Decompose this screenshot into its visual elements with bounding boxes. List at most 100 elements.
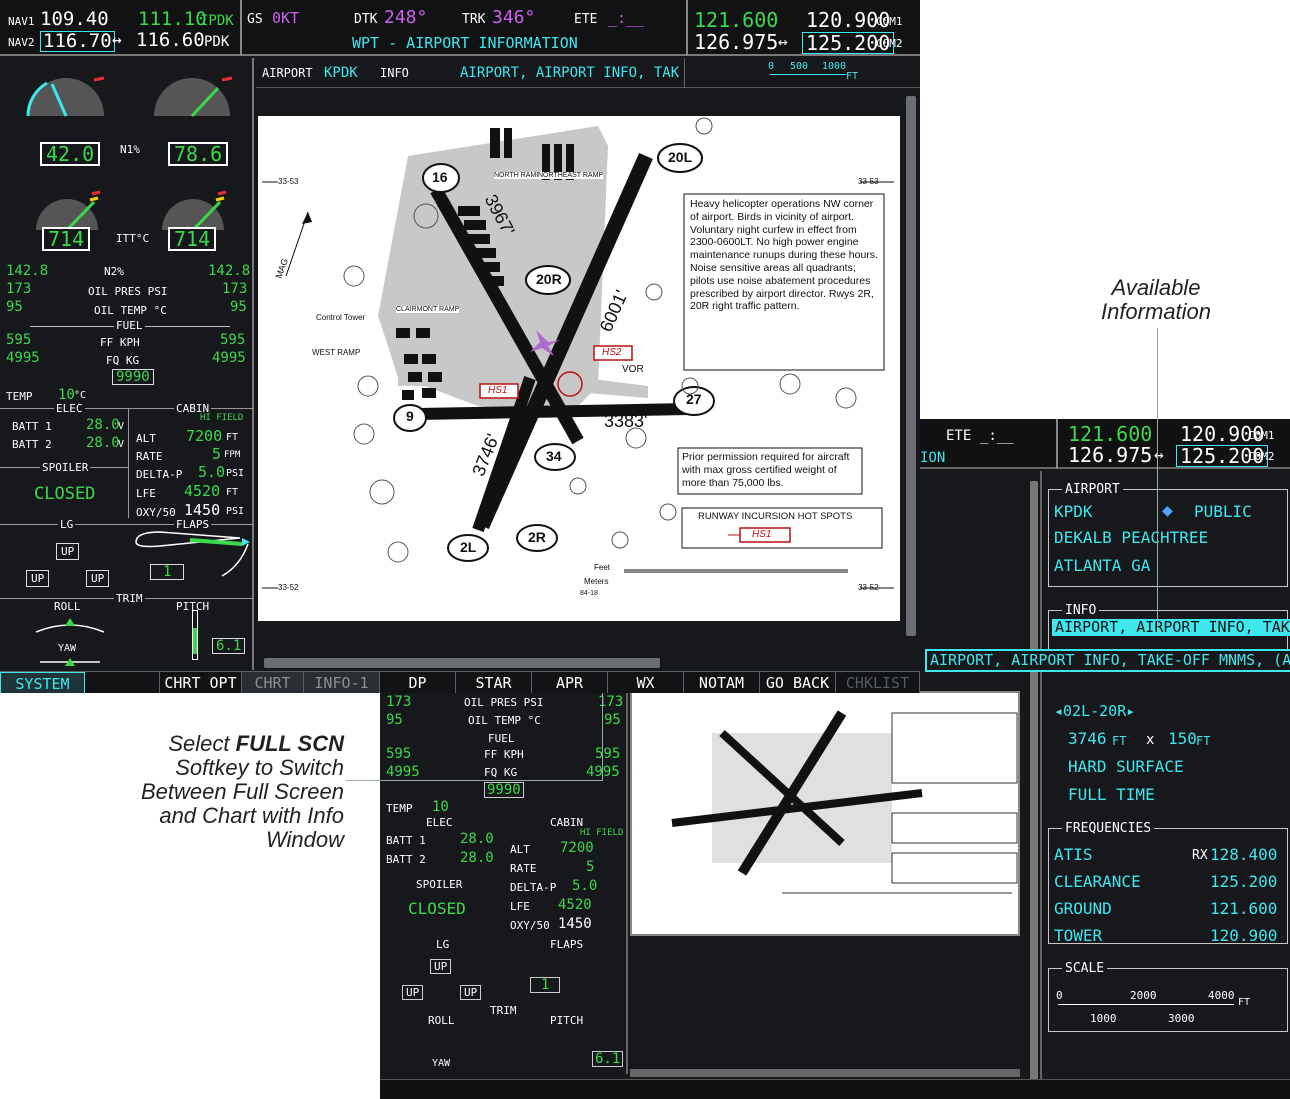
- oilp-right: 173: [222, 281, 248, 297]
- rate-unit: FPM: [224, 450, 241, 460]
- batt2-unit: V: [118, 439, 125, 450]
- trim-label: TRIM: [114, 592, 145, 605]
- chart-scale-500: 500: [790, 61, 809, 72]
- softkey-10[interactable]: NOTAM: [684, 672, 760, 693]
- back-batt1-label: BATT 1: [386, 834, 426, 847]
- rate-value: 5: [212, 445, 222, 463]
- softkey-6[interactable]: DP: [380, 672, 456, 693]
- back-temp-value: 10: [432, 799, 449, 815]
- label-34: 34: [546, 448, 562, 464]
- gear-right-indicator: UP: [86, 570, 110, 587]
- chart-vscroll[interactable]: [906, 96, 916, 636]
- freq-rx: RX: [1192, 848, 1208, 863]
- eis-strip: 42.0 N1% 78.6 714 ITT°C 714 142.8 N2% 14…: [0, 58, 254, 670]
- runway-selector[interactable]: ◂02L-20R▸: [1054, 704, 1135, 719]
- back-chart-thumbnail: [630, 691, 1020, 936]
- runway-width: 150: [1168, 729, 1197, 748]
- nav1-active[interactable]: 109.40: [40, 10, 109, 29]
- com2-label: COM2: [876, 37, 903, 50]
- freq-name: CLEARANCE: [1054, 872, 1141, 891]
- callout-fullscn-post: Softkey to Switch Between Full Screen an…: [141, 755, 344, 852]
- fq-left: 4995: [6, 350, 40, 366]
- chart-scale-1000: 1000: [822, 61, 847, 72]
- softkey-4[interactable]: CHRT: [242, 672, 304, 693]
- com1-active[interactable]: 121.600: [694, 10, 778, 30]
- info-dropdown-option[interactable]: AIRPORT, AIRPORT INFO, TAKE-OFF MNMS, (A…: [925, 649, 1290, 672]
- chart-airport-label: AIRPORT: [262, 66, 313, 80]
- oxy-unit: PSI: [226, 506, 245, 517]
- flaps-value: 1: [150, 564, 185, 580]
- temp-label: TEMP: [6, 390, 33, 403]
- label-2R: 2R: [528, 529, 546, 545]
- info-panel: AIRPORT KPDK ◆ PUBLIC DEKALB PEACHTREE A…: [1030, 471, 1290, 1099]
- nav1-standby[interactable]: 111.10: [138, 10, 207, 29]
- fuel-total: 9990: [112, 369, 154, 385]
- n1-left-value: 42.0: [40, 142, 101, 166]
- back-yaw-label: YAW: [432, 1058, 451, 1069]
- airport-section-label: AIRPORT: [1062, 482, 1123, 497]
- softkey-3[interactable]: CHRT OPT: [160, 672, 242, 693]
- info-select-field[interactable]: AIRPORT, AIRPORT INFO, TAK: [1052, 619, 1290, 636]
- batt2-value: 28.0: [86, 435, 120, 451]
- nav2-active[interactable]: 116.70: [40, 31, 115, 52]
- label-hs1: HS1: [488, 385, 508, 396]
- info-airport-id: KPDK: [1054, 502, 1093, 521]
- back-hscroll[interactable]: [630, 1069, 1020, 1077]
- runway-width-unit: FT: [1196, 734, 1211, 748]
- airport-diagram-chart[interactable]: 20L 16 20R 27 9 34 2L 2R 3967' 6001' 338…: [258, 116, 900, 621]
- freq-name: ATIS: [1054, 845, 1093, 864]
- back-com1-active[interactable]: 121.600: [1068, 424, 1152, 444]
- softkey-12[interactable]: CHKLIST: [836, 672, 920, 693]
- pitch-trim-green: [193, 628, 197, 654]
- chart-airport-id[interactable]: KPDK: [324, 66, 358, 80]
- label-hs1-legend: HS1: [752, 529, 772, 540]
- com1-label: COM1: [876, 15, 903, 28]
- itt-left-gauge: [35, 190, 101, 232]
- back-roll-label: ROLL: [428, 1014, 455, 1027]
- callout-fullscn-pre: Select: [168, 731, 236, 756]
- back-hi-field: HI FIELD: [580, 828, 624, 838]
- softkey-9[interactable]: WX: [608, 672, 684, 693]
- ff-left: 595: [6, 332, 32, 348]
- chart-hscroll[interactable]: [264, 658, 660, 668]
- back-gear-nose: UP: [430, 959, 452, 974]
- back-com2-active[interactable]: 126.975: [1068, 445, 1152, 465]
- runway-x: x: [1146, 732, 1155, 748]
- deltap-value: 5.0: [198, 463, 226, 481]
- n2-left: 142.8: [6, 263, 49, 279]
- hi-field: HI FIELD: [200, 413, 244, 423]
- deltap-label: DELTA-P: [136, 468, 183, 481]
- softkey-11[interactable]: GO BACK: [760, 672, 836, 693]
- chart-info-value[interactable]: AIRPORT, AIRPORT INFO, TAK: [460, 66, 679, 80]
- info-panel-scrollbar[interactable]: [1030, 481, 1038, 1081]
- label-16: 16: [432, 169, 448, 185]
- runway-hours: FULL TIME: [1068, 785, 1155, 804]
- oilt-right: 95: [230, 299, 247, 315]
- back-batt2-label: BATT 2: [386, 853, 426, 866]
- n2-right: 142.8: [208, 263, 251, 279]
- info-airport-city: ATLANTA GA: [1054, 556, 1151, 575]
- dtk-label: DTK: [354, 12, 378, 27]
- oxy-value: 1450: [184, 501, 221, 519]
- batt1-unit: V: [118, 421, 125, 432]
- info-scale-3000: 3000: [1168, 1012, 1195, 1025]
- info-scale-unit: FT: [1238, 997, 1251, 1008]
- gs-value: 0KT: [272, 9, 300, 27]
- nav2-standby[interactable]: 116.60: [136, 31, 205, 50]
- info-scale-4000: 4000: [1208, 989, 1235, 1002]
- softkey-5[interactable]: INFO-1: [304, 672, 380, 693]
- back-batt1-value: 28.0: [460, 831, 494, 847]
- back-oxy-value: 1450: [558, 916, 592, 932]
- softkey-bar: SYSTEM CHRT OPT CHRT INFO-1 DP STAR APR WX NOTAM…: [0, 671, 920, 693]
- label-lat-bottom-right: 33-52: [858, 583, 879, 592]
- softkey-7[interactable]: STAR: [456, 672, 532, 693]
- info-airport-name: DEKALB PEACHTREE: [1054, 528, 1209, 547]
- com2-active[interactable]: 126.975: [694, 32, 778, 52]
- softkey-2[interactable]: [85, 672, 160, 693]
- softkey-1[interactable]: SYSTEM: [0, 672, 85, 693]
- softkey-8[interactable]: APR: [532, 672, 608, 693]
- back-flaps-label: FLAPS: [550, 938, 584, 951]
- airport-type-icon: ◆: [1162, 500, 1173, 521]
- back-oilt-label: OIL TEMP °C: [468, 714, 541, 727]
- label-lat-top-left: 33-53: [278, 177, 299, 186]
